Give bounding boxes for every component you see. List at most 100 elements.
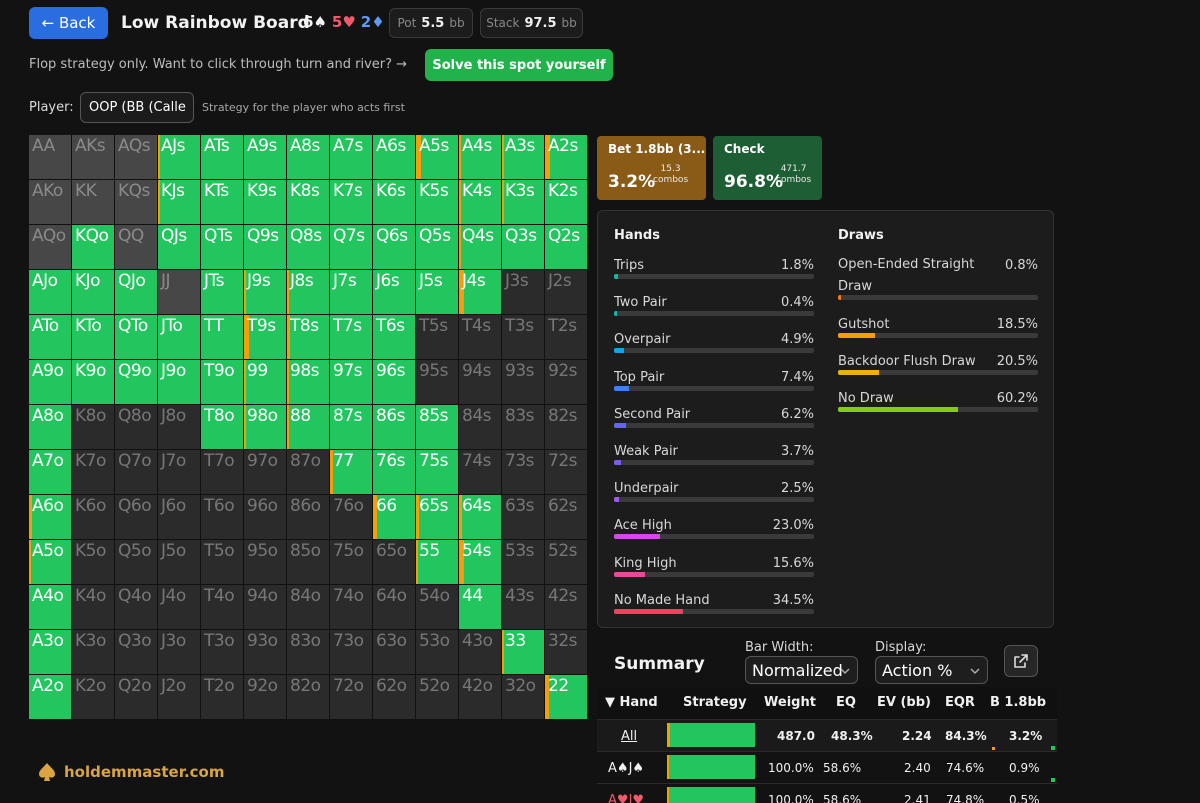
hand-cell-76s[interactable]: 76s bbox=[373, 450, 416, 495]
hand-cell-43o[interactable]: 43o bbox=[459, 630, 502, 675]
hand-cell-a3s[interactable]: A3s bbox=[502, 135, 545, 180]
back-button[interactable]: ← Back bbox=[29, 7, 108, 39]
hand-cell-q8o[interactable]: Q8o bbox=[115, 405, 158, 450]
hand-cell-43s[interactable]: 43s bbox=[502, 585, 545, 630]
hand-cell-k8s[interactable]: K8s bbox=[287, 180, 330, 225]
hand-cell-q9o[interactable]: Q9o bbox=[115, 360, 158, 405]
hand-cell-t3o[interactable]: T3o bbox=[201, 630, 244, 675]
col-eqr[interactable]: EQR bbox=[945, 695, 975, 710]
hand-cell-83s[interactable]: 83s bbox=[502, 405, 545, 450]
hand-cell-k2s[interactable]: K2s bbox=[545, 180, 588, 225]
hand-cell-88[interactable]: 88 bbox=[287, 405, 330, 450]
col-ev[interactable]: EV (bb) bbox=[877, 695, 931, 710]
hand-cell-t5o[interactable]: T5o bbox=[201, 540, 244, 585]
hand-cell-q8s[interactable]: Q8s bbox=[287, 225, 330, 270]
hand-cell-73o[interactable]: 73o bbox=[330, 630, 373, 675]
hand-cell-64o[interactable]: 64o bbox=[373, 585, 416, 630]
hand-cell-62s[interactable]: 62s bbox=[545, 495, 588, 540]
hand-cell-93s[interactable]: 93s bbox=[502, 360, 545, 405]
hand-cell-98o[interactable]: 98o bbox=[244, 405, 287, 450]
table-row[interactable]: A♠J♠ 100.0% 58.6% 2.40 74.6% 0.9% bbox=[597, 751, 1057, 783]
hand-cell-85s[interactable]: 85s bbox=[416, 405, 459, 450]
hand-cell-a7s[interactable]: A7s bbox=[330, 135, 373, 180]
hand-cell-77[interactable]: 77 bbox=[330, 450, 373, 495]
row-hand[interactable]: All bbox=[621, 729, 637, 744]
hand-cell-a2o[interactable]: A2o bbox=[29, 675, 72, 720]
hand-cell-q5o[interactable]: Q5o bbox=[115, 540, 158, 585]
hand-cell-65s[interactable]: 65s bbox=[416, 495, 459, 540]
hand-cell-qts[interactable]: QTs bbox=[201, 225, 244, 270]
hand-cell-j8o[interactable]: J8o bbox=[158, 405, 201, 450]
hand-cell-55[interactable]: 55 bbox=[416, 540, 459, 585]
hand-cell-k5s[interactable]: K5s bbox=[416, 180, 459, 225]
hand-cell-j5s[interactable]: J5s bbox=[416, 270, 459, 315]
hand-cell-qq[interactable]: QQ bbox=[115, 225, 158, 270]
open-external-button[interactable] bbox=[1004, 645, 1038, 677]
hand-cell-53s[interactable]: 53s bbox=[502, 540, 545, 585]
hand-cell-kjs[interactable]: KJs bbox=[158, 180, 201, 225]
row-hand[interactable]: A♠J♠ bbox=[608, 761, 644, 776]
hand-cell-qto[interactable]: QTo bbox=[115, 315, 158, 360]
hand-cell-a8o[interactable]: A8o bbox=[29, 405, 72, 450]
hand-cell-qjo[interactable]: QJo bbox=[115, 270, 158, 315]
hand-cell-99[interactable]: 99 bbox=[244, 360, 287, 405]
hand-cell-64s[interactable]: 64s bbox=[459, 495, 502, 540]
hand-cell-q4s[interactable]: Q4s bbox=[459, 225, 502, 270]
hand-cell-k8o[interactable]: K8o bbox=[72, 405, 115, 450]
hand-cell-a2s[interactable]: A2s bbox=[545, 135, 588, 180]
hand-cell-a6s[interactable]: A6s bbox=[373, 135, 416, 180]
hand-cell-j6o[interactable]: J6o bbox=[158, 495, 201, 540]
hand-cell-k9s[interactable]: K9s bbox=[244, 180, 287, 225]
hand-cell-t9s[interactable]: T9s bbox=[244, 315, 287, 360]
hand-cell-33[interactable]: 33 bbox=[502, 630, 545, 675]
hand-cell-aqs[interactable]: AQs bbox=[115, 135, 158, 180]
hand-cell-86o[interactable]: 86o bbox=[287, 495, 330, 540]
hand-cell-a3o[interactable]: A3o bbox=[29, 630, 72, 675]
hand-cell-k4s[interactable]: K4s bbox=[459, 180, 502, 225]
hand-cell-32s[interactable]: 32s bbox=[545, 630, 588, 675]
hand-cell-a6o[interactable]: A6o bbox=[29, 495, 72, 540]
table-row[interactable]: All 487.0 48.3% 2.24 84.3% 3.2% bbox=[597, 719, 1057, 751]
hand-cell-a7o[interactable]: A7o bbox=[29, 450, 72, 495]
hand-cell-54o[interactable]: 54o bbox=[416, 585, 459, 630]
hand-cell-ajs[interactable]: AJs bbox=[158, 135, 201, 180]
hand-cell-ats[interactable]: ATs bbox=[201, 135, 244, 180]
hand-cell-66[interactable]: 66 bbox=[373, 495, 416, 540]
hand-cell-kqs[interactable]: KQs bbox=[115, 180, 158, 225]
hand-cell-aks[interactable]: AKs bbox=[72, 135, 115, 180]
hand-cell-q2o[interactable]: Q2o bbox=[115, 675, 158, 720]
hand-cell-j9s[interactable]: J9s bbox=[244, 270, 287, 315]
hand-cell-95o[interactable]: 95o bbox=[244, 540, 287, 585]
hand-cell-ako[interactable]: AKo bbox=[29, 180, 72, 225]
hand-cell-95s[interactable]: 95s bbox=[416, 360, 459, 405]
hand-cell-84s[interactable]: 84s bbox=[459, 405, 502, 450]
hand-cell-k7o[interactable]: K7o bbox=[72, 450, 115, 495]
hand-cell-82s[interactable]: 82s bbox=[545, 405, 588, 450]
hand-cell-96s[interactable]: 96s bbox=[373, 360, 416, 405]
hand-cell-t8o[interactable]: T8o bbox=[201, 405, 244, 450]
hand-cell-k3o[interactable]: K3o bbox=[72, 630, 115, 675]
hand-cell-87s[interactable]: 87s bbox=[330, 405, 373, 450]
hand-cell-t3s[interactable]: T3s bbox=[502, 315, 545, 360]
hand-cell-jj[interactable]: JJ bbox=[158, 270, 201, 315]
hand-cell-a9o[interactable]: A9o bbox=[29, 360, 72, 405]
col-hand[interactable]: ▼ Hand bbox=[605, 695, 658, 710]
hand-cell-j4s[interactable]: J4s bbox=[459, 270, 502, 315]
hand-cell-aqo[interactable]: AQo bbox=[29, 225, 72, 270]
hand-cell-jto[interactable]: JTo bbox=[158, 315, 201, 360]
hand-cell-k2o[interactable]: K2o bbox=[72, 675, 115, 720]
hand-cell-93o[interactable]: 93o bbox=[244, 630, 287, 675]
hand-cell-a4s[interactable]: A4s bbox=[459, 135, 502, 180]
hand-cell-42s[interactable]: 42s bbox=[545, 585, 588, 630]
hand-cell-kqo[interactable]: KQo bbox=[72, 225, 115, 270]
hand-cell-72s[interactable]: 72s bbox=[545, 450, 588, 495]
col-eq[interactable]: EQ bbox=[836, 695, 856, 710]
hand-cell-j2o[interactable]: J2o bbox=[158, 675, 201, 720]
hand-cell-a8s[interactable]: A8s bbox=[287, 135, 330, 180]
hand-cell-52o[interactable]: 52o bbox=[416, 675, 459, 720]
hand-cell-32o[interactable]: 32o bbox=[502, 675, 545, 720]
hand-cell-j7o[interactable]: J7o bbox=[158, 450, 201, 495]
hand-cell-83o[interactable]: 83o bbox=[287, 630, 330, 675]
action-bet-box[interactable]: Bet 1.8bb (3... 3.2% 15.3 combos bbox=[597, 136, 706, 200]
hand-cell-aa[interactable]: AA bbox=[29, 135, 72, 180]
